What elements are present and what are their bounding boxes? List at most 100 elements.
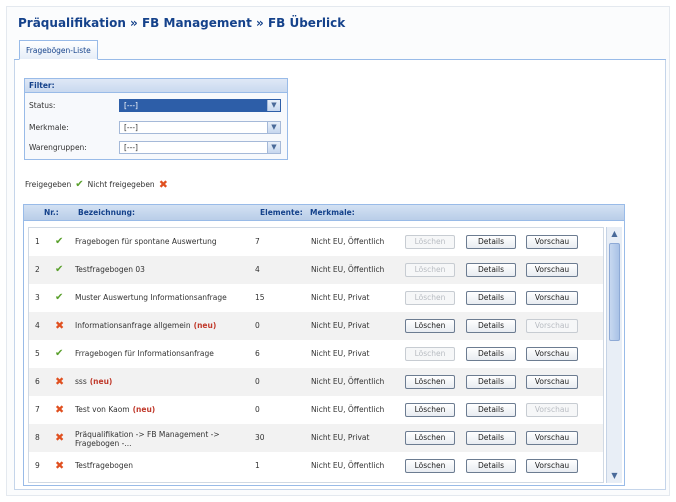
filter-panel: Filter: Status: [---] ▼ Merkmale: [---] …	[24, 78, 288, 160]
delete-button: Löschen	[405, 291, 455, 305]
row-merkmale: Nicht EU, Privat	[311, 349, 370, 358]
col-bezeichnung: Bezeichnung:	[78, 208, 135, 217]
delete-button: Löschen	[405, 347, 455, 361]
table-row[interactable]: 8 ✖ Präqualifikation -> FB Management -> Fr…	[29, 424, 603, 452]
table-row[interactable]: 1 ✔ Fragebogen für spontane Auswertung 7 Nic…	[29, 228, 603, 256]
row-bezeichnung-line2: Fragebogen -...	[75, 439, 132, 448]
warengruppen-select[interactable]: [---] ▼	[119, 141, 281, 154]
preview-button[interactable]: Vorschau	[526, 263, 578, 277]
table-row[interactable]: 5 ✔ Frragebogen für Informationsanfrage 6 Ni…	[29, 340, 603, 368]
details-button[interactable]: Details	[466, 291, 516, 305]
status-label: Status:	[29, 101, 56, 110]
tab-fragebogen-liste[interactable]: Fragebögen-Liste	[19, 40, 98, 60]
table-header: Nr.: Bezeichnung: Elemente: Merkmale:	[24, 205, 624, 221]
row-merkmale: Nicht EU, Öffentlich	[311, 237, 385, 246]
table-row[interactable]: 3 ✔ Muster Auswertung Informationsanfrage 1…	[29, 284, 603, 312]
row-bezeichnung: Testfragebogen	[75, 452, 133, 480]
col-elemente: Elemente:	[260, 208, 303, 217]
row-merkmale: Nicht EU, Öffentlich	[311, 265, 385, 274]
cross-icon: ✖	[55, 431, 65, 444]
cross-icon: ✖	[55, 319, 65, 332]
preview-button[interactable]: Vorschau	[526, 347, 578, 361]
merkmale-value: [---]	[124, 123, 138, 132]
status-legend: Freigegeben ✔ Nicht freigegeben ✖	[25, 178, 168, 191]
row-merkmale: Nicht EU, Öffentlich	[311, 377, 385, 386]
row-elemente: 0	[255, 405, 260, 414]
table-row[interactable]: 4 ✖ Informationsanfrage allgemein (neu) 0 Nic…	[29, 312, 603, 340]
details-button[interactable]: Details	[466, 263, 516, 277]
row-number: 5	[35, 349, 40, 358]
legend-not-approved-label: Nicht freigegeben	[87, 180, 155, 189]
row-bezeichnung-text: Fragebogen für spontane Auswertung	[75, 237, 217, 246]
check-icon: ✔	[55, 348, 64, 359]
row-bezeichnung-text: Testfragebogen 03	[75, 265, 145, 274]
details-button[interactable]: Details	[466, 235, 516, 249]
row-bezeichnung: Muster Auswertung Informationsanfrage	[75, 284, 227, 312]
delete-button[interactable]: Löschen	[405, 459, 455, 473]
preview-button[interactable]: Vorschau	[526, 235, 578, 249]
delete-button[interactable]: Löschen	[405, 431, 455, 445]
table-row[interactable]: 7 ✖ Test von Kaom (neu) 0 Nicht EU, Öffentlic…	[29, 396, 603, 424]
col-merkmale: Merkmale:	[310, 208, 355, 217]
row-bezeichnung-line1: Präqualifikation -> FB Management ->	[75, 430, 220, 439]
details-button[interactable]: Details	[466, 319, 516, 333]
chevron-down-icon[interactable]: ▼	[267, 122, 280, 133]
details-button[interactable]: Details	[466, 375, 516, 389]
row-number: 9	[35, 461, 40, 470]
chevron-down-icon[interactable]: ▼	[267, 100, 280, 111]
details-button[interactable]: Details	[466, 347, 516, 361]
row-bezeichnung-text: Muster Auswertung Informationsanfrage	[75, 293, 227, 302]
details-button[interactable]: Details	[466, 431, 516, 445]
row-elemente: 1	[255, 461, 260, 470]
table-row[interactable]: 9 ✖ Testfragebogen 1 Nicht EU, Öffentlich Lös…	[29, 452, 603, 480]
check-icon: ✔	[55, 264, 64, 275]
warengruppen-value: [---]	[124, 143, 138, 152]
preview-button[interactable]: Vorschau	[526, 291, 578, 305]
new-badge: (neu)	[132, 405, 156, 414]
row-number: 1	[35, 237, 40, 246]
row-merkmale: Nicht EU, Öffentlich	[311, 405, 385, 414]
status-select[interactable]: [---] ▼	[119, 99, 281, 112]
row-bezeichnung: Test von Kaom (neu)	[75, 396, 155, 424]
row-bezeichnung-text: Testfragebogen	[75, 461, 133, 470]
delete-button: Löschen	[405, 235, 455, 249]
check-icon: ✔	[55, 292, 64, 303]
filter-warengruppen-row: Warengruppen: [---] ▼	[29, 141, 283, 155]
delete-button[interactable]: Löschen	[405, 403, 455, 417]
delete-button[interactable]: Löschen	[405, 375, 455, 389]
row-number: 8	[35, 433, 40, 442]
tab-strip: Fragebögen-Liste	[14, 40, 666, 60]
merkmale-select[interactable]: [---] ▼	[119, 121, 281, 134]
row-bezeichnung: Präqualifikation -> FB Management -> Frag…	[75, 430, 220, 448]
row-elemente: 15	[255, 293, 265, 302]
scroll-down-icon[interactable]: ▼	[608, 470, 621, 482]
row-bezeichnung-text: Frragebogen für Informationsanfrage	[75, 349, 214, 358]
row-bezeichnung: Informationsanfrage allgemein (neu)	[75, 312, 216, 340]
questionnaire-table: Nr.: Bezeichnung: Elemente: Merkmale: 1 ✔…	[23, 204, 625, 486]
chevron-down-icon[interactable]: ▼	[267, 142, 280, 153]
breadcrumb: Präqualifikation » FB Management » FB Üb…	[18, 16, 346, 30]
new-badge: (neu)	[89, 377, 113, 386]
row-merkmale: Nicht EU, Privat	[311, 293, 370, 302]
preview-button[interactable]: Vorschau	[526, 375, 578, 389]
row-bezeichnung: Testfragebogen 03	[75, 256, 145, 284]
scroll-thumb[interactable]	[609, 243, 620, 341]
table-row[interactable]: 6 ✖ sss (neu) 0 Nicht EU, Öffentlich Löschen De…	[29, 368, 603, 396]
preview-button[interactable]: Vorschau	[526, 431, 578, 445]
table-row[interactable]: 2 ✔ Testfragebogen 03 4 Nicht EU, Öffentlich…	[29, 256, 603, 284]
merkmale-label: Merkmale:	[29, 123, 69, 132]
table-body[interactable]: 1 ✔ Fragebogen für spontane Auswertung 7 Nic…	[28, 227, 604, 483]
legend-approved-label: Freigegeben	[25, 180, 72, 189]
row-number: 3	[35, 293, 40, 302]
scrollbar[interactable]: ▲ ▼	[606, 227, 622, 483]
details-button[interactable]: Details	[466, 459, 516, 473]
row-elemente: 7	[255, 237, 260, 246]
row-elemente: 0	[255, 377, 260, 386]
details-button[interactable]: Details	[466, 403, 516, 417]
row-number: 7	[35, 405, 40, 414]
preview-button[interactable]: Vorschau	[526, 459, 578, 473]
scroll-up-icon[interactable]: ▲	[608, 228, 621, 240]
preview-button: Vorschau	[526, 403, 578, 417]
delete-button[interactable]: Löschen	[405, 319, 455, 333]
row-number: 6	[35, 377, 40, 386]
